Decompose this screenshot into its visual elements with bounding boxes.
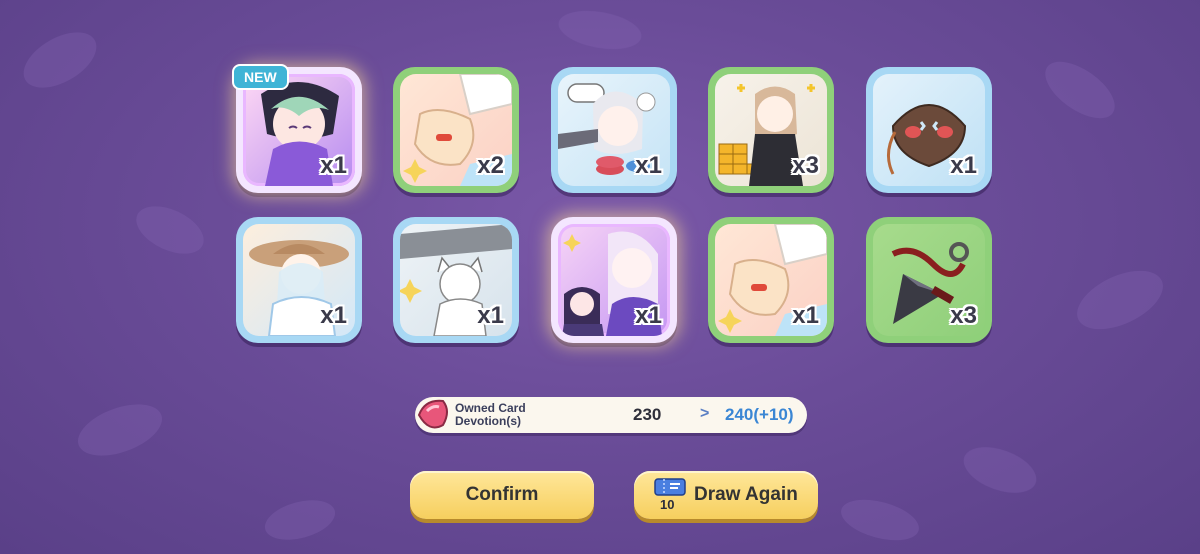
devotion-gem-icon (417, 399, 448, 429)
card-6[interactable]: x1 (236, 217, 362, 343)
card-5-quantity: x1 (950, 152, 977, 179)
card-8-quantity: x1 (635, 302, 662, 329)
draw-again-label: Draw Again (694, 484, 798, 505)
card-10[interactable]: x3 (866, 217, 992, 343)
draw-ticket-icon (654, 478, 686, 496)
draw-cost: 10 (660, 497, 675, 512)
card-9-quantity: x1 (792, 302, 819, 329)
card-3[interactable]: x1 (551, 67, 677, 193)
devotion-arrow: > (700, 405, 710, 422)
card-6-quantity: x1 (320, 302, 347, 329)
card-8[interactable]: x1 (551, 217, 677, 343)
card-9[interactable]: x1 (708, 217, 834, 343)
devotion-label: Owned Card Devotion(s) (455, 402, 565, 428)
draw-again-button[interactable]: 10 Draw Again (634, 471, 818, 519)
new-badge: NEW (232, 64, 289, 90)
devotion-new-value: 240(+10) (725, 405, 794, 424)
card-5[interactable]: x1 (866, 67, 992, 193)
devotion-current: 230 (633, 405, 662, 424)
card-4[interactable]: x3 (708, 67, 834, 193)
card-7[interactable]: x1 (393, 217, 519, 343)
card-2[interactable]: x2 (393, 67, 519, 193)
confirm-button[interactable]: Confirm (410, 471, 594, 519)
card-10-quantity: x3 (950, 302, 977, 329)
devotion-panel: Owned Card Devotion(s) 230 > 240(+10) (415, 397, 807, 433)
card-3-quantity: x1 (635, 152, 662, 179)
card-7-quantity: x1 (477, 302, 504, 329)
devotion-label-line2: Devotion(s) (455, 414, 521, 428)
card-4-quantity: x3 (792, 152, 819, 179)
card-1-quantity: x1 (320, 152, 347, 179)
card-2-quantity: x2 (477, 152, 504, 179)
